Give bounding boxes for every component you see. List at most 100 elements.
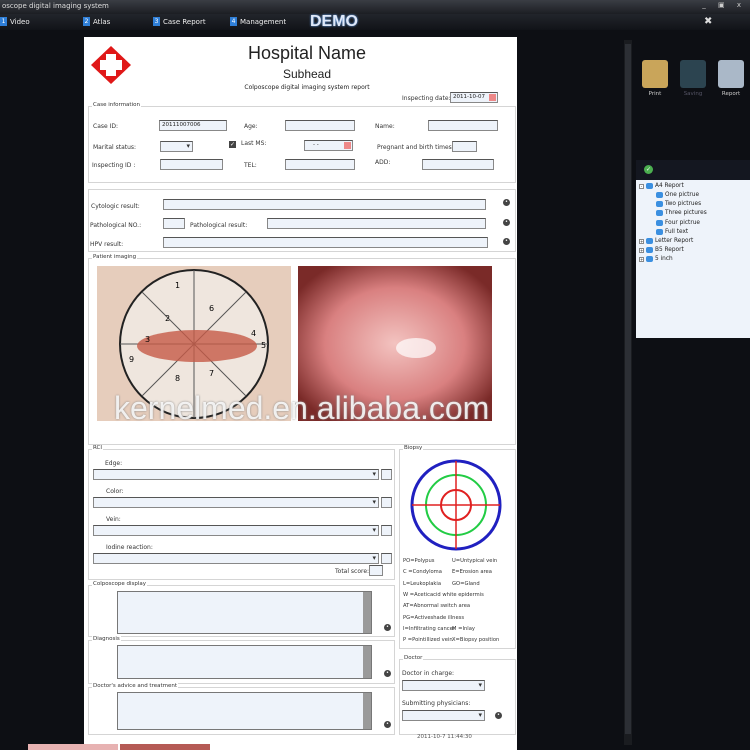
group-label: Colposcope display — [92, 581, 147, 587]
marital-status-select[interactable] — [160, 141, 193, 152]
biopsy-target-diagram[interactable] — [409, 458, 503, 552]
diagnosis-textarea[interactable] — [117, 645, 372, 679]
tree-node-child[interactable]: Two pictrues — [656, 201, 701, 208]
more-button[interactable]: • — [495, 712, 502, 719]
pathological-no-input[interactable] — [163, 218, 185, 229]
tree-node-child[interactable]: Three pictures — [656, 210, 707, 217]
more-button[interactable]: • — [503, 199, 510, 206]
tools-icon[interactable]: ✖ — [704, 16, 712, 27]
pathological-result-input[interactable] — [267, 218, 486, 229]
name-input[interactable] — [428, 120, 498, 131]
add-input[interactable] — [422, 159, 494, 170]
menu-management[interactable]: 4 Management — [230, 17, 286, 26]
inspecting-date-field[interactable]: 2011-10-07 — [450, 92, 498, 103]
calendar-icon[interactable] — [489, 94, 496, 101]
saving-label: Saving — [683, 91, 703, 97]
results-group: Cytologic result: • Pathological NO.: Pa… — [88, 189, 516, 252]
tree-node-child[interactable]: Four pictrue — [656, 219, 700, 226]
diagram-number: 3 — [145, 335, 150, 344]
last-ms-checkbox[interactable]: ✓ — [229, 141, 236, 148]
expand-icon[interactable]: + — [639, 247, 644, 253]
more-button[interactable]: • — [384, 624, 391, 631]
thumbnail[interactable] — [28, 744, 118, 750]
vein-score[interactable] — [381, 525, 392, 536]
menu-video[interactable]: 1 Video — [0, 17, 30, 26]
colposcope-display-textarea[interactable] — [117, 591, 372, 634]
iodine-label: Iodine reaction: — [106, 544, 153, 551]
collapse-icon[interactable]: - — [639, 183, 644, 189]
scrollbar-thumb[interactable] — [625, 44, 631, 734]
more-button[interactable]: • — [503, 219, 510, 226]
tel-input[interactable] — [285, 159, 355, 170]
scrollbar[interactable] — [363, 693, 371, 729]
iodine-score[interactable] — [381, 553, 392, 564]
tree-node-label: 5 inch — [655, 256, 673, 263]
total-score-label: Total score: — [335, 568, 370, 575]
more-button[interactable]: • — [503, 238, 510, 245]
window-controls[interactable]: _ ▣ x — [702, 1, 746, 9]
tree-node-label: Full text — [665, 228, 689, 235]
timestamp: 2011-10-7 11:44:30 — [417, 734, 472, 740]
case-id-input[interactable]: 20111007006 — [159, 120, 227, 131]
menu-number: 1 — [0, 17, 7, 26]
tree-node-report[interactable]: + Letter Report — [639, 238, 693, 244]
cytologic-input[interactable] — [163, 199, 486, 210]
age-input[interactable] — [285, 120, 355, 131]
doctor-in-charge-select[interactable] — [402, 680, 485, 691]
report-icon — [718, 60, 744, 88]
tree-node-label: Three pictures — [665, 210, 707, 217]
group-label: RCI — [92, 445, 104, 451]
inspecting-id-input[interactable] — [160, 159, 223, 170]
color-score[interactable] — [381, 497, 392, 508]
menu-atlas[interactable]: 2 Atlas — [83, 17, 110, 26]
advice-textarea[interactable] — [117, 692, 372, 730]
group-label: Patient imaging — [92, 254, 138, 260]
total-score-input[interactable] — [369, 565, 383, 576]
age-label: Age: — [244, 123, 258, 130]
marital-status-label: Marital status: — [93, 144, 137, 151]
edge-select[interactable] — [93, 469, 379, 480]
report-button[interactable]: Report — [714, 55, 748, 97]
last-ms-date[interactable]: - - — [304, 140, 353, 151]
case-id-label: Case ID: — [93, 123, 119, 130]
menu-label: Video — [10, 17, 30, 26]
hospital-name: Hospital Name — [247, 43, 367, 63]
pregnant-input[interactable] — [452, 141, 477, 152]
edge-score[interactable] — [381, 469, 392, 480]
menu-number: 4 — [230, 17, 237, 26]
menu-case-report[interactable]: 3 Case Report — [153, 17, 206, 26]
submitting-physicians-select[interactable] — [402, 710, 485, 721]
more-button[interactable]: • — [384, 721, 391, 728]
tree-node-report[interactable]: + B5 Report — [639, 247, 684, 254]
report-template-icon — [656, 219, 663, 226]
thumbnail[interactable] — [120, 744, 210, 750]
tree-node-child[interactable]: One pictrue — [656, 192, 699, 198]
scrollbar[interactable] — [363, 592, 371, 633]
expand-icon[interactable]: + — [639, 256, 644, 262]
report-page: Hospital Name Subhead Colposcope digital… — [84, 37, 517, 750]
iodine-select[interactable] — [93, 553, 379, 564]
print-label: Print — [648, 91, 662, 97]
tree-node-a4-report[interactable]: - A4 Report — [639, 183, 684, 189]
add-label: ADD: — [375, 159, 391, 166]
tree-node-report[interactable]: +5 inch — [639, 256, 673, 263]
more-button[interactable]: • — [384, 670, 391, 677]
diagram-number: 1 — [175, 281, 180, 290]
last-ms-label: Last MS: — [241, 140, 267, 147]
biopsy-legend-item: U=Untypical vein — [452, 558, 498, 564]
hpv-input[interactable] — [163, 237, 488, 248]
expand-icon[interactable]: + — [639, 238, 644, 244]
tree-node-child[interactable]: Full text — [656, 228, 689, 235]
diagram-number: 9 — [129, 355, 134, 364]
color-select[interactable] — [93, 497, 379, 508]
print-button[interactable]: Print — [638, 55, 672, 97]
saving-button[interactable]: Saving — [676, 55, 710, 97]
confirm-check-icon[interactable]: ✓ — [644, 165, 653, 174]
diagram-number: 5 — [261, 341, 266, 350]
vein-select[interactable] — [93, 525, 379, 536]
report-template-icon — [646, 247, 653, 254]
calendar-icon[interactable] — [344, 142, 351, 149]
biopsy-legend-item: M =Inlay — [452, 625, 475, 632]
scrollbar[interactable] — [363, 646, 371, 678]
report-label: Report — [721, 91, 741, 97]
